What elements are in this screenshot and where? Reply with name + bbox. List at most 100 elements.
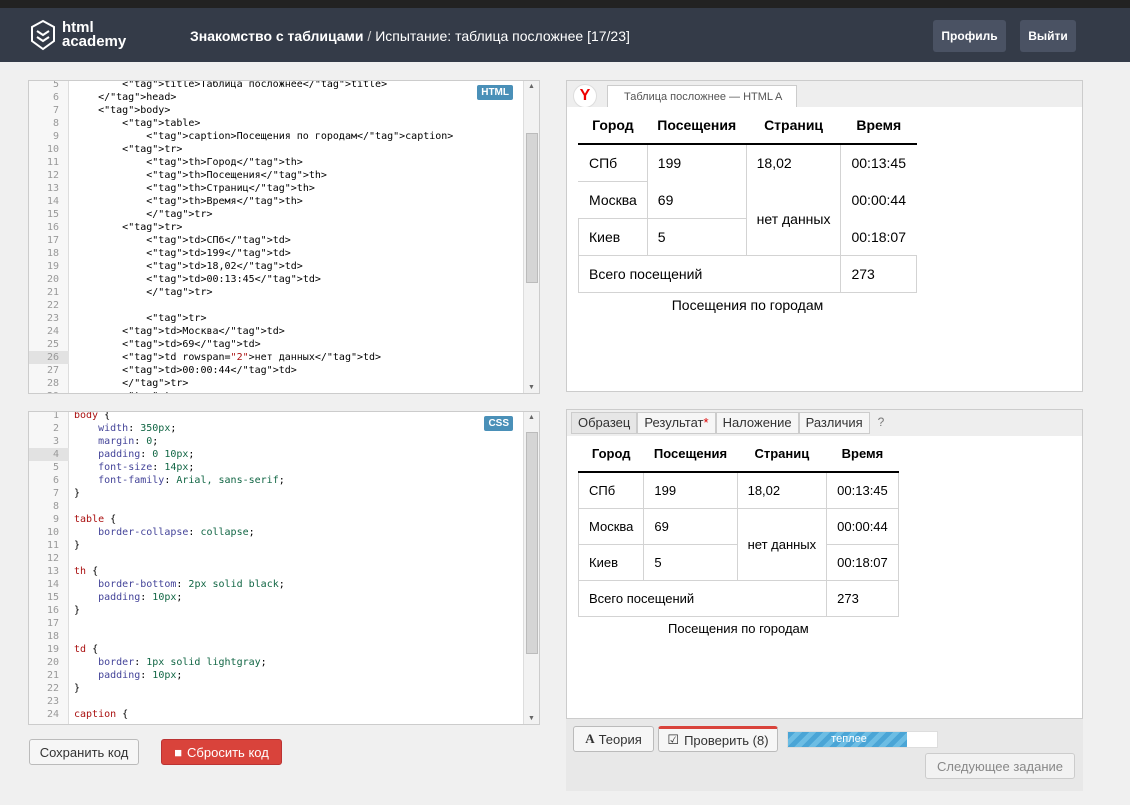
code-line[interactable]: 24 caption { bbox=[29, 708, 523, 721]
help-icon[interactable]: ? bbox=[870, 412, 893, 434]
code-line[interactable]: 17 bbox=[29, 617, 523, 630]
line-text[interactable]: padding: 10px; bbox=[74, 669, 182, 682]
css-scroll-thumb[interactable] bbox=[526, 432, 538, 654]
line-text[interactable]: border-collapse: collapse; bbox=[74, 526, 255, 539]
code-line[interactable]: 21 padding: 10px; bbox=[29, 669, 523, 682]
line-text[interactable]: body { bbox=[74, 412, 110, 422]
code-line[interactable]: 14 <"tag">th>Время</"tag">th> bbox=[29, 195, 523, 208]
line-text[interactable]: <"tag">td>18,02</"tag">td> bbox=[74, 260, 303, 273]
save-code-button[interactable]: Сохранить код bbox=[29, 739, 139, 765]
code-line[interactable]: 25 <"tag">td>69</"tag">td> bbox=[29, 338, 523, 351]
line-text[interactable]: <"tag">tr> bbox=[74, 143, 182, 156]
code-line[interactable]: 6 font-family: Arial, sans-serif; bbox=[29, 474, 523, 487]
line-text[interactable]: } bbox=[74, 487, 80, 500]
code-line[interactable]: 23 bbox=[29, 695, 523, 708]
code-line[interactable]: 12 bbox=[29, 552, 523, 565]
line-text[interactable]: <"tag">th>Время</"tag">th> bbox=[74, 195, 303, 208]
reset-code-button[interactable]: ■ Сбросить код bbox=[161, 739, 282, 765]
line-text[interactable]: width: 350px; bbox=[74, 422, 176, 435]
line-text[interactable]: <"tag">th>Посещения</"tag">th> bbox=[74, 169, 327, 182]
line-text[interactable]: <"tag">title>Таблица посложнее</"tag">ti… bbox=[74, 81, 387, 91]
code-line[interactable]: 6 </"tag">head> bbox=[29, 91, 523, 104]
logo[interactable]: html academy bbox=[30, 18, 130, 52]
line-text[interactable]: th { bbox=[74, 565, 98, 578]
line-text[interactable]: border-bottom: 2px solid black; bbox=[74, 578, 285, 591]
line-text[interactable]: margin: 0; bbox=[74, 435, 158, 448]
scroll-down-icon[interactable]: ▼ bbox=[528, 384, 535, 391]
code-line[interactable]: 10 border-collapse: collapse; bbox=[29, 526, 523, 539]
theory-button[interactable]: A Теория bbox=[573, 726, 654, 752]
code-line[interactable]: 20 border: 1px solid lightgray; bbox=[29, 656, 523, 669]
code-line[interactable]: 4 padding: 0 10px; bbox=[29, 448, 523, 461]
css-scrollbar[interactable]: ▲ ▼ bbox=[523, 412, 539, 724]
code-line[interactable]: 26 <"tag">td rowspan="2">нет данных</"ta… bbox=[29, 351, 523, 364]
line-text[interactable]: <"tag">td>69</"tag">td> bbox=[74, 338, 261, 351]
breadcrumb-course[interactable]: Знакомство с таблицами bbox=[190, 28, 364, 44]
line-text[interactable]: <"tag">tr> bbox=[74, 390, 182, 393]
scroll-down-icon[interactable]: ▼ bbox=[528, 715, 535, 722]
line-text[interactable]: <"tag">td>199</"tag">td> bbox=[74, 247, 291, 260]
code-line[interactable]: 2 width: 350px; bbox=[29, 422, 523, 435]
line-text[interactable]: <"tag">td rowspan="2">нет данных</"tag">… bbox=[74, 351, 381, 364]
code-line[interactable]: 16} bbox=[29, 604, 523, 617]
code-line[interactable]: 3 margin: 0; bbox=[29, 435, 523, 448]
line-text[interactable]: padding: 0 10px; bbox=[74, 448, 194, 461]
code-line[interactable]: 8 bbox=[29, 500, 523, 513]
code-line[interactable]: 9 table { bbox=[29, 513, 523, 526]
css-editor[interactable]: 1 body {2 width: 350px; 3 margin: 0; 4 padd… bbox=[28, 411, 540, 725]
profile-button[interactable]: Профиль bbox=[933, 20, 1006, 52]
tab-sample[interactable]: Образец bbox=[571, 412, 638, 434]
code-line[interactable]: 24 <"tag">td>Москва</"tag">td> bbox=[29, 325, 523, 338]
line-text[interactable]: </"tag">tr> bbox=[74, 208, 212, 221]
code-line[interactable]: 12 <"tag">th>Посещения</"tag">th> bbox=[29, 169, 523, 182]
tab-overlay[interactable]: Наложение bbox=[715, 412, 799, 434]
line-text[interactable]: border: 1px solid lightgray; bbox=[74, 656, 267, 669]
code-line[interactable]: 1 body { bbox=[29, 412, 523, 422]
line-text[interactable]: <"tag">th>Город</"tag">th> bbox=[74, 156, 303, 169]
code-line[interactable]: 28 </"tag">tr> bbox=[29, 377, 523, 390]
html-code-area[interactable]: 5 <"tag">title>Таблица посложнее</"tag">… bbox=[29, 81, 523, 393]
line-text[interactable]: font-family: Arial, sans-serif; bbox=[74, 474, 285, 487]
html-scroll-thumb[interactable] bbox=[526, 133, 538, 283]
code-line[interactable]: 19 td { bbox=[29, 643, 523, 656]
code-line[interactable]: 18 <"tag">td>199</"tag">td> bbox=[29, 247, 523, 260]
line-text[interactable]: <"tag">tr> bbox=[74, 312, 206, 325]
line-text[interactable]: } bbox=[74, 604, 80, 617]
line-text[interactable]: <"tag">td>00:00:44</"tag">td> bbox=[74, 364, 297, 377]
code-line[interactable]: 13 th { bbox=[29, 565, 523, 578]
scroll-up-icon[interactable]: ▲ bbox=[528, 83, 535, 90]
code-line[interactable]: 19 <"tag">td>18,02</"tag">td> bbox=[29, 260, 523, 273]
code-line[interactable]: 5 font-size: 14px; bbox=[29, 461, 523, 474]
check-button[interactable]: ☑ Проверить (8) bbox=[658, 726, 778, 752]
code-line[interactable]: 7} bbox=[29, 487, 523, 500]
code-line[interactable]: 21 </"tag">tr> bbox=[29, 286, 523, 299]
code-line[interactable]: 17 <"tag">td>СПб</"tag">td> bbox=[29, 234, 523, 247]
line-text[interactable]: table { bbox=[74, 513, 116, 526]
code-line[interactable]: 11} bbox=[29, 539, 523, 552]
line-text[interactable]: caption { bbox=[74, 708, 128, 721]
code-line[interactable]: 18 bbox=[29, 630, 523, 643]
code-line[interactable]: 8 <"tag">table> bbox=[29, 117, 523, 130]
html-editor[interactable]: 5 <"tag">title>Таблица посложнее</"tag">… bbox=[28, 80, 540, 394]
code-line[interactable]: 5 <"tag">title>Таблица посложнее</"tag">… bbox=[29, 81, 523, 91]
code-line[interactable]: 22 bbox=[29, 299, 523, 312]
code-line[interactable]: 10 <"tag">tr> bbox=[29, 143, 523, 156]
line-text[interactable]: <"tag">td>00:13:45</"tag">td> bbox=[74, 273, 321, 286]
code-line[interactable]: 15 </"tag">tr> bbox=[29, 208, 523, 221]
line-text[interactable]: <"tag">table> bbox=[74, 117, 200, 130]
code-line[interactable]: 23 <"tag">tr> bbox=[29, 312, 523, 325]
code-line[interactable]: 11 <"tag">th>Город</"tag">th> bbox=[29, 156, 523, 169]
line-text[interactable]: <"tag">tr> bbox=[74, 221, 182, 234]
line-text[interactable]: </"tag">head> bbox=[74, 91, 176, 104]
line-text[interactable]: </"tag">tr> bbox=[74, 286, 212, 299]
next-task-button[interactable]: Следующее задание bbox=[925, 753, 1075, 779]
line-text[interactable]: <"tag">th>Страниц</"tag">th> bbox=[74, 182, 315, 195]
line-text[interactable]: <"tag">td>СПб</"tag">td> bbox=[74, 234, 291, 247]
code-line[interactable]: 22} bbox=[29, 682, 523, 695]
line-text[interactable]: padding: 10px; bbox=[74, 591, 182, 604]
line-text[interactable]: font-size: 14px; bbox=[74, 461, 194, 474]
code-line[interactable]: 14 border-bottom: 2px solid black; bbox=[29, 578, 523, 591]
tab-diff[interactable]: Различия bbox=[798, 412, 870, 434]
code-line[interactable]: 13 <"tag">th>Страниц</"tag">th> bbox=[29, 182, 523, 195]
html-scrollbar[interactable]: ▲ ▼ bbox=[523, 81, 539, 393]
